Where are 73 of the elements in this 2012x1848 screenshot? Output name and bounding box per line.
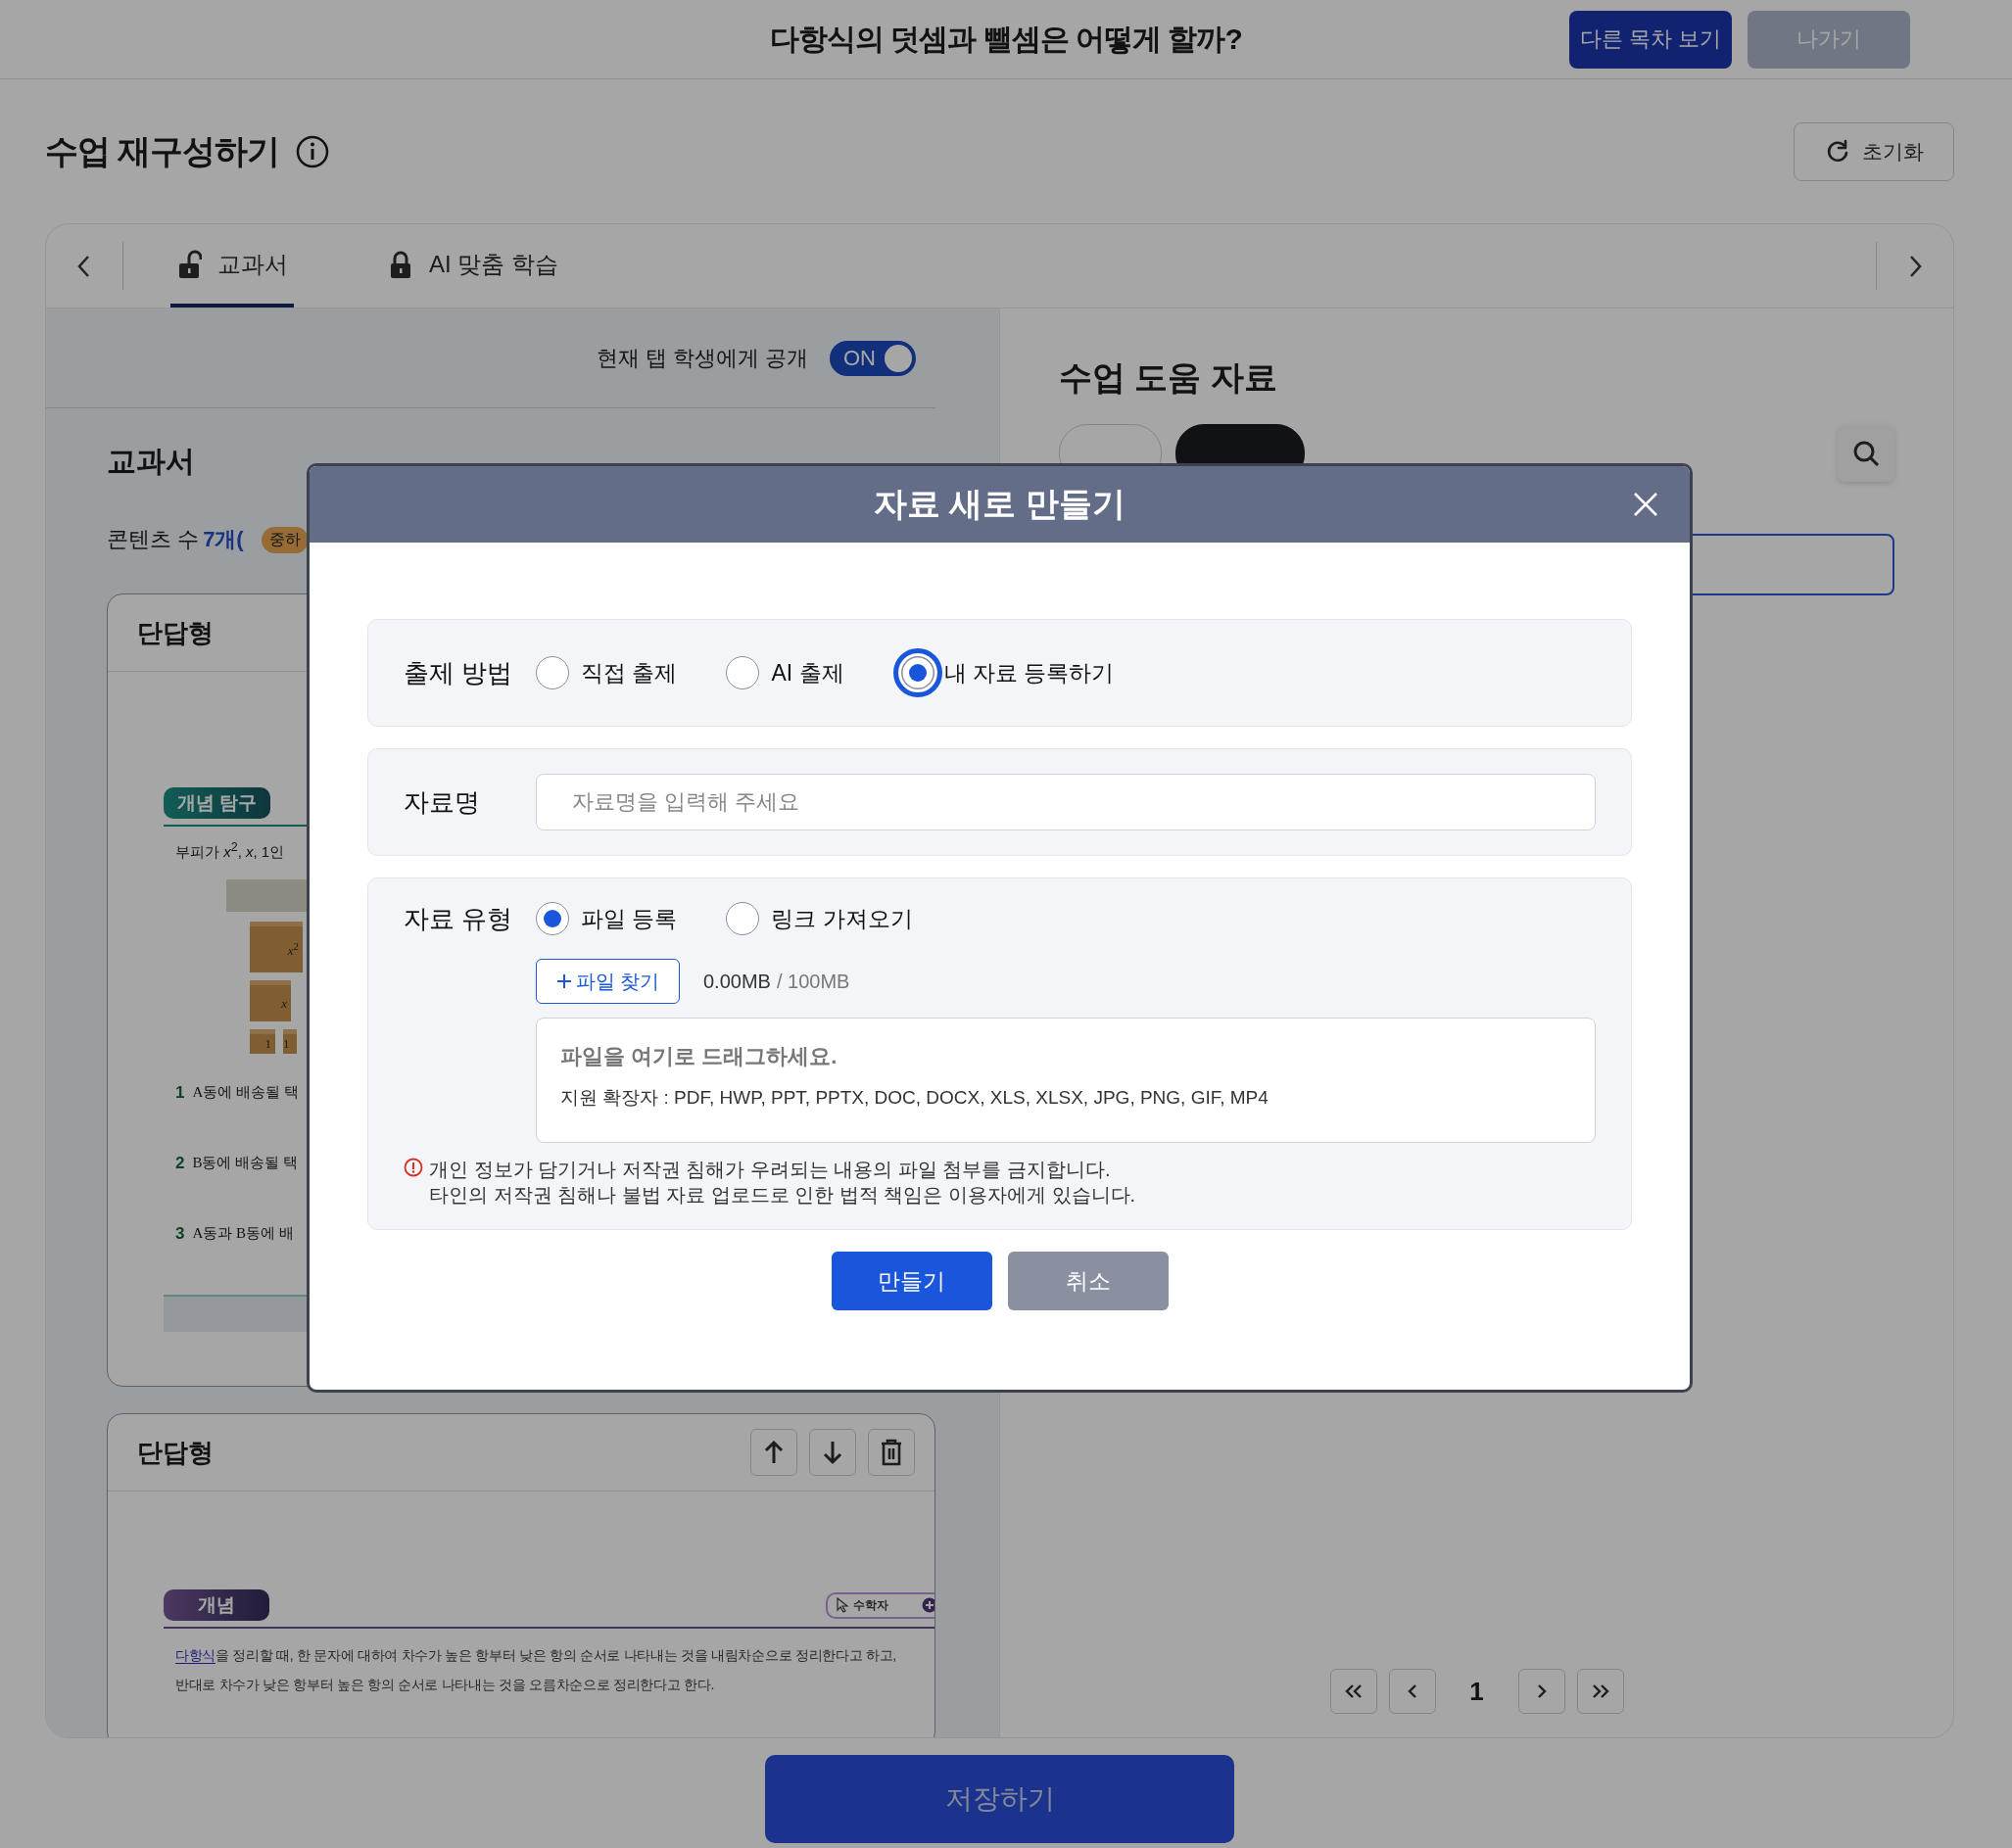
- question-number: 2: [175, 1154, 185, 1173]
- field-label: 자료명: [404, 785, 481, 819]
- question-number: 1: [175, 1083, 185, 1103]
- section-badge: 개념 탐구: [164, 787, 271, 819]
- toggle-label: 현재 탭 학생에게 공개: [596, 344, 808, 372]
- delete-button[interactable]: [868, 1429, 915, 1476]
- warning-text: 타인의 저작권 침해나 불법 자료 업로드로 인한 법적 책임은 이용자에게 있습니다.: [429, 1183, 1136, 1208]
- radio-button[interactable]: [726, 656, 760, 689]
- search-icon: [1851, 439, 1881, 468]
- question-number: 3: [175, 1224, 185, 1244]
- radio-button[interactable]: [892, 648, 942, 697]
- section-badge: 개념: [164, 1589, 269, 1621]
- intro-text: 부피가 x$^{2}$, x, 1인: [175, 840, 286, 862]
- last-page-button[interactable]: [1576, 1669, 1624, 1714]
- radio-button[interactable]: [536, 656, 569, 689]
- page-number[interactable]: 1: [1447, 1676, 1507, 1707]
- option-label[interactable]: 내 자료 등록하기: [943, 657, 1115, 688]
- drop-title: 파일을 여기로 드래그하세요.: [560, 1043, 838, 1070]
- option-label[interactable]: 파일 등록: [581, 903, 678, 934]
- dialog-title: 자료 새로 만들기: [874, 484, 1126, 524]
- move-down-button[interactable]: [809, 1429, 856, 1476]
- section-heading: 교과서: [107, 444, 196, 479]
- content-count: 7개(: [203, 526, 244, 553]
- move-up-button[interactable]: [750, 1429, 797, 1476]
- unlock-icon: [176, 249, 202, 279]
- first-page-button[interactable]: [1329, 1669, 1377, 1714]
- page-title: 수업 재구성하기: [45, 130, 280, 171]
- term-link[interactable]: 다항식: [175, 1647, 216, 1664]
- extension-hint: 지원 확장자 : PDF, HWP, PPT, PPTX, DOC, DOCX, XLS, XLSX, JPG, PNG, GIF, MP4: [560, 1086, 1269, 1110]
- question-text: A동에 배송될 택: [192, 1083, 299, 1102]
- header-button[interactable]: 다른 목차 보기: [1569, 10, 1732, 69]
- card-title: 단답형: [137, 1436, 214, 1469]
- cursor-icon: [836, 1597, 849, 1613]
- reset-button[interactable]: 초기화: [1794, 121, 1954, 181]
- warning-text: 개인 정보가 담기거나 저작권 침해가 우려되는 내용의 파일 첨부를 금지합니다.: [429, 1158, 1112, 1182]
- file-size: 0.00MB: [703, 970, 771, 993]
- radio-button[interactable]: [726, 902, 760, 935]
- field-label: 출제 방법: [404, 656, 514, 689]
- arrow-up-icon: [763, 1440, 785, 1465]
- section-heading: 수업 도움 자료: [1059, 357, 1278, 398]
- arrow-down-icon: [822, 1440, 843, 1465]
- double-chevron-right-icon: [1590, 1683, 1610, 1699]
- plus-icon: [555, 973, 572, 989]
- question-text: A동과 B동에 배: [192, 1224, 294, 1243]
- material-name-field[interactable]: 자료명을 입력해 주세요: [536, 774, 1596, 830]
- warning-icon: [404, 1158, 423, 1177]
- search-button[interactable]: [1838, 425, 1894, 482]
- chevron-right-icon: [1535, 1683, 1548, 1699]
- option-label[interactable]: AI 출제: [771, 657, 844, 688]
- question-text: B동에 배송될 택: [192, 1154, 298, 1172]
- mathematician-chip[interactable]: 수학자: [826, 1591, 934, 1619]
- find-file-button[interactable]: 파일 찾기: [536, 959, 680, 1004]
- lesson-title: 다항식의 덧셈과 뺄셈은 어떻게 할까?: [770, 21, 1242, 57]
- option-label[interactable]: 링크 가져오기: [771, 903, 913, 934]
- count-label: 콘텐츠 수: [107, 526, 200, 553]
- trash-icon: [880, 1439, 903, 1466]
- radio-button[interactable]: [536, 902, 569, 935]
- tab[interactable]: AI 맞춤 학습: [382, 224, 564, 308]
- size-limit: / 100MB: [776, 970, 850, 993]
- visibility-toggle[interactable]: ON: [830, 340, 916, 376]
- concept-text: 다항식 을 정리할 때, 한 문자에 대하여 차수가 높은 항부터 낮은 항의 순서로 나타내는 것을 내림차순으로 정리한다고 하고, 반대로 차수가 낮은 항부터 높은 항의 순서로 나타내는 것을 오름차순으로 정리한다고 한다.: [175, 1646, 897, 1694]
- lock-icon: [388, 249, 413, 279]
- option-label[interactable]: 직접 출제: [581, 657, 678, 688]
- info-icon[interactable]: [295, 133, 331, 169]
- parcel-boxes-drawing: x$^{2}$ x 1 1: [250, 922, 309, 1054]
- card-title: 단답형: [137, 616, 214, 649]
- level-badge: 중하: [261, 526, 309, 553]
- field-label: 자료 유형: [404, 902, 514, 935]
- double-chevron-left-icon: [1343, 1683, 1364, 1699]
- chevron-left-icon: [1406, 1683, 1418, 1699]
- dialog-button[interactable]: 만들기: [831, 1252, 992, 1310]
- drop-zone[interactable]: 파일을 여기로 드래그하세요. 지원 확장자 : PDF, HWP, PPT, PPTX, DOC, DOCX, XLS, XLSX, JPG, PNG, GIF, MP4: [536, 1018, 1596, 1143]
- close-icon: [1633, 492, 1658, 517]
